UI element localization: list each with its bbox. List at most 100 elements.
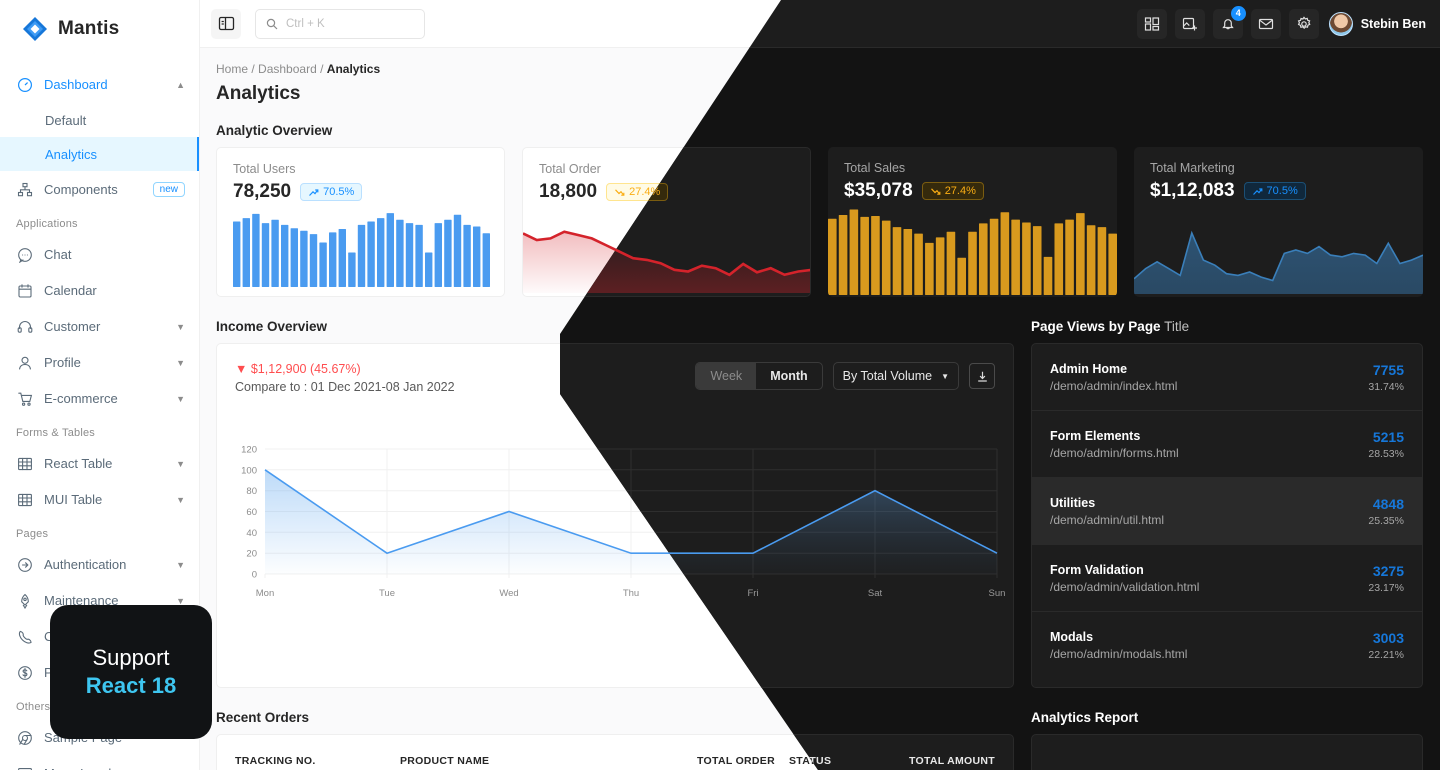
page-view-percent: 25.35% — [1368, 514, 1404, 527]
svg-text:100: 100 — [241, 465, 257, 476]
kpi-card[interactable]: Total Sales $35,078 27.4% — [828, 147, 1117, 297]
page-view-count: 3003 — [1372, 630, 1404, 646]
brand-name: Mantis — [58, 18, 120, 39]
apps-grid-button[interactable] — [1136, 8, 1167, 39]
svg-text:20: 20 — [246, 549, 257, 560]
sidebar-item-label: Components — [44, 182, 118, 197]
sidebar-item-customer[interactable]: Customer ▼ — [0, 309, 199, 344]
sidebar-item-components[interactable]: Components new — [0, 172, 199, 207]
sidebar-item-chat[interactable]: Chat — [0, 237, 199, 272]
sidebar-toggle-button[interactable] — [211, 8, 241, 39]
notification-count-badge: 4 — [1230, 5, 1246, 21]
headset-icon — [16, 318, 33, 335]
support-line-1: Support — [92, 645, 170, 670]
period-toggle[interactable]: WeekMonth — [695, 362, 823, 390]
page-view-row[interactable]: Form Elements /demo/admin/forms.html 521… — [1032, 411, 1422, 478]
svg-text:60: 60 — [246, 507, 257, 518]
volume-select[interactable]: By Total Volume ▼ — [832, 362, 959, 390]
sidebar-item-mui-table[interactable]: MUI Table ▼ — [0, 482, 199, 517]
page-view-title: Admin Home — [1050, 361, 1128, 376]
brand[interactable]: Mantis — [0, 0, 199, 58]
sidebar-item-calendar[interactable]: Calendar — [0, 273, 199, 308]
col-total-order: TOTAL ORDER — [697, 755, 775, 767]
kpi-sparkline — [217, 203, 504, 296]
page-view-row[interactable]: Admin Home /demo/admin/index.html 7755 3… — [1032, 344, 1422, 411]
search-input[interactable]: Ctrl + K — [255, 8, 425, 39]
kpi-sparkline — [828, 202, 1117, 297]
income-delta: ▼ $1,12,900 (45.67%) — [235, 362, 455, 376]
sidebar-item-dashboard[interactable]: Dashboard ▲ — [0, 67, 199, 102]
page-view-url: /demo/admin/modals.html — [1050, 647, 1188, 661]
kpi-delta-value: 70.5% — [1266, 185, 1298, 197]
table-icon — [16, 455, 33, 472]
page-view-row[interactable]: Form Validation /demo/admin/validation.h… — [1032, 545, 1422, 612]
add-image-button[interactable] — [1174, 8, 1205, 39]
svg-text:80: 80 — [246, 486, 257, 497]
download-icon — [977, 371, 987, 382]
sidebar-group-label: Applications — [16, 218, 78, 230]
download-button[interactable] — [969, 363, 995, 389]
breadcrumb-dashboard[interactable]: Dashboard — [258, 62, 317, 76]
period-tab-month[interactable]: Month — [756, 363, 821, 389]
sidebar-group-label: Forms & Tables — [16, 427, 96, 439]
sparkline-bars — [233, 213, 490, 287]
svg-text:Wed: Wed — [499, 588, 518, 599]
sparkline-area — [1134, 230, 1423, 294]
kpi-card[interactable]: Total Users 78,250 70.5% — [216, 147, 505, 297]
page-view-title: Modals — [1050, 630, 1094, 644]
sidebar-item-menu-levels[interactable]: Menu Levels ▼ — [0, 756, 199, 770]
kpi-label: Total Sales — [844, 161, 906, 175]
page-view-info: Utilities /demo/admin/util.html — [1050, 496, 1368, 527]
analytics-report-panel — [1031, 734, 1423, 770]
page-view-metrics: 3003 22.21% — [1368, 630, 1404, 661]
chevron-up-icon: ▲ — [176, 79, 185, 90]
page-view-info: Form Elements /demo/admin/forms.html — [1050, 429, 1368, 460]
kpi-card[interactable]: Total Marketing $1,12,083 70.5% — [1134, 147, 1423, 297]
page-view-percent: 22.21% — [1368, 649, 1404, 661]
chevron-down-icon: ▼ — [176, 559, 185, 570]
menu-levels-icon — [16, 765, 33, 770]
volume-select-value: By Total Volume — [842, 369, 933, 383]
page-view-percent: 23.17% — [1368, 581, 1404, 594]
income-controls: WeekMonth By Total Volume ▼ — [695, 362, 995, 390]
page-view-metrics: 3275 23.17% — [1368, 563, 1404, 594]
page-view-title: Utilities — [1050, 495, 1096, 510]
breadcrumb-current: Analytics — [326, 62, 381, 76]
settings-button[interactable] — [1288, 8, 1319, 39]
table-icon — [16, 491, 33, 508]
page-view-row[interactable]: Utilities /demo/admin/util.html 4848 25.… — [1032, 478, 1422, 545]
page-view-info: Form Validation /demo/admin/validation.h… — [1050, 563, 1368, 594]
col-tracking-no: TRACKING NO. — [235, 755, 316, 767]
sidebar-item-e-commerce[interactable]: E-commerce ▼ — [0, 381, 199, 416]
breadcrumb-home[interactable]: Home — [216, 62, 248, 76]
rocket-icon — [16, 592, 33, 609]
sidebar-item-default[interactable]: Default — [0, 103, 199, 137]
notifications-button[interactable]: 4 — [1212, 5, 1246, 39]
page-view-url: /demo/admin/util.html — [1050, 512, 1165, 527]
income-delta-text: $1,12,900 (45.67%) — [250, 362, 361, 376]
page-view-count: 4848 — [1372, 495, 1404, 512]
support-bubble[interactable]: Support React 18 — [50, 605, 212, 739]
sidebar-item-label: Customer — [44, 319, 101, 334]
page-view-url: /demo/admin/index.html — [1050, 378, 1178, 393]
components-icon — [16, 181, 33, 198]
support-line-2: React 18 — [85, 673, 177, 698]
sidebar-item-profile[interactable]: Profile ▼ — [0, 345, 199, 380]
page-view-url: /demo/admin/validation.html — [1050, 579, 1200, 594]
page-view-metrics: 5215 28.53% — [1368, 429, 1404, 460]
sidebar-item-react-table[interactable]: React Table ▼ — [0, 446, 199, 481]
period-tab-week[interactable]: Week — [696, 363, 757, 389]
mantis-logo-icon — [22, 16, 48, 42]
page-view-metrics: 7755 31.74% — [1368, 362, 1404, 393]
page-view-row[interactable]: Modals /demo/admin/modals.html 3003 22.2… — [1032, 612, 1422, 679]
sidebar-item-analytics[interactable]: Analytics — [0, 137, 199, 171]
sidebar-item-authentication[interactable]: Authentication ▼ — [0, 547, 199, 582]
trend-down-icon — [930, 187, 941, 195]
svg-text:0: 0 — [252, 570, 257, 581]
login-icon — [16, 556, 33, 573]
avatar — [1328, 11, 1353, 36]
trend-down-caret-icon: ▼ — [235, 362, 248, 376]
user-menu[interactable]: Stebin Ben — [1328, 11, 1426, 36]
sidebar-item-label: Chat — [44, 247, 72, 262]
messages-button[interactable] — [1250, 8, 1281, 39]
